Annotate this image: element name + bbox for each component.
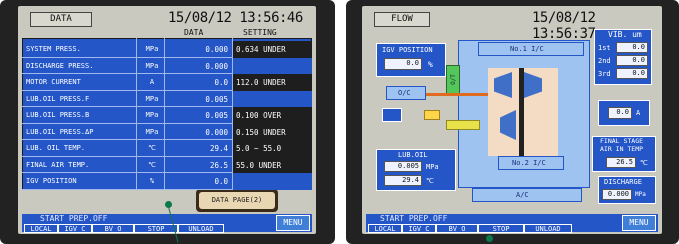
row-unit: MPa: [145, 127, 159, 136]
row-name: LUB. OIL TEMP.: [26, 144, 86, 152]
vib-label: VIB. um: [608, 30, 642, 39]
stage1-label: No.1 I/C: [510, 45, 544, 53]
status-text: START PREP.OFF: [380, 214, 448, 223]
function-key-stop[interactable]: STOP: [478, 224, 524, 233]
row-setting: 112.0 UNDER: [236, 78, 286, 87]
setting-cell: [232, 173, 312, 190]
main-shaft: [519, 68, 524, 166]
discharge-value: 0.000: [602, 189, 632, 200]
screen-title: DATA: [30, 12, 92, 27]
row-unit: ℃: [148, 160, 156, 169]
motor-icon: [382, 108, 402, 122]
row-name: LUB.OIL PRESS.F: [26, 94, 90, 103]
screen-title: FLOW: [374, 12, 430, 27]
column-divider: [136, 38, 137, 190]
row-value: 0.000: [205, 127, 228, 137]
row-setting: 0.100 OVER: [236, 111, 282, 120]
row-name: LUB.OIL PRESS.ΔP: [26, 127, 94, 136]
setting-cell: [232, 57, 312, 74]
row-unit: ℃: [148, 144, 156, 152]
row-unit: A: [149, 78, 155, 86]
motor-current-value: 0.0: [608, 107, 632, 119]
igv-value: 0.0: [384, 58, 422, 70]
igv-label: IGV POSITION: [382, 46, 433, 54]
lub-oil-temp-unit: ℃: [426, 177, 434, 185]
datetime: 15/08/12 13:56:46: [168, 10, 303, 26]
row-unit: MPa: [145, 94, 159, 103]
function-key-bv-o[interactable]: BV_O: [436, 224, 478, 233]
row-unit: %: [149, 177, 155, 185]
row-name: DISCHARGE PRESS.: [26, 61, 94, 70]
aftercooler-label: A/C: [516, 191, 529, 199]
vib-row-value: 0.0: [616, 68, 648, 79]
row-value: 26.5: [209, 160, 228, 170]
right-control-panel: FLOW 15/08/12 13:56:37 IGV POSITION 0.0 …: [346, 0, 679, 244]
row-unit: MPa: [145, 61, 159, 70]
menu-button[interactable]: MENU: [276, 215, 310, 231]
motor-current-unit: A: [636, 109, 641, 117]
oil-cooler-label: O/C: [398, 89, 411, 97]
right-screen: FLOW 15/08/12 13:56:37 IGV POSITION 0.0 …: [362, 6, 662, 234]
function-key-unload[interactable]: UNLOAD: [178, 224, 224, 233]
row-value: 0.0: [214, 78, 228, 87]
row-value: 0.000: [205, 45, 228, 54]
function-key-local[interactable]: LOCAL: [368, 224, 402, 233]
oil-pump: [424, 110, 440, 120]
left-screen: DATA 15/08/12 13:56:46 DATA SETTING DATA…: [18, 6, 316, 234]
final-stage-value: 26.5: [606, 157, 636, 168]
row-unit: MPa: [145, 111, 159, 119]
row-value: 29.4: [209, 144, 228, 153]
row-name: MOTOR CURRENT: [26, 78, 81, 86]
final-stage-label-2: AIR IN TEMP: [600, 145, 644, 153]
lub-oil-temp-value: 29.4: [384, 175, 422, 186]
vib-row-label: 3rd: [598, 70, 611, 78]
row-setting: 55.0 UNDER: [236, 160, 282, 170]
left-control-panel: DATA 15/08/12 13:56:46 DATA SETTING DATA…: [0, 0, 335, 244]
menu-button[interactable]: MENU: [622, 215, 656, 231]
row-name: IGV POSITION: [26, 177, 77, 185]
function-key-unload[interactable]: UNLOAD: [524, 224, 572, 233]
function-key-stop[interactable]: STOP: [134, 224, 178, 233]
column-divider: [232, 38, 233, 190]
setting-cell: [232, 90, 312, 107]
col-data-header: DATA: [184, 28, 204, 37]
row-value: 0.005: [205, 94, 228, 104]
vib-row-value: 0.0: [616, 55, 648, 66]
row-setting: 5.0 ~ 55.0: [236, 144, 282, 153]
oil-pipe: [426, 93, 488, 96]
row-unit: MPa: [145, 45, 159, 53]
lub-oil-press-value: 0.005: [384, 161, 422, 172]
function-key-local[interactable]: LOCAL: [24, 224, 58, 233]
column-divider: [164, 38, 165, 190]
pointer-dot: [486, 235, 493, 242]
row-name: LUB.OIL PRESS.B: [26, 111, 90, 119]
function-key-igv-c[interactable]: IGV_C: [58, 224, 92, 233]
lub-oil-label: LUB.OIL: [398, 151, 428, 159]
data-page-button[interactable]: DATA PAGE(2): [196, 189, 278, 212]
discharge-unit: MPa: [635, 191, 646, 198]
row-setting: 0.150 UNDER: [236, 127, 286, 137]
status-text: START PREP.OFF: [40, 214, 108, 223]
row-value: 0.005: [205, 111, 228, 120]
row-value: 0.0: [214, 177, 228, 186]
vib-row-value: 0.0: [616, 42, 648, 53]
igv-unit: %: [428, 60, 433, 69]
oil-tank-label: O/T: [449, 74, 457, 85]
stage2-label: No.2 I/C: [512, 159, 546, 167]
col-setting-header: SETTING: [243, 28, 277, 37]
vib-row-label: 2nd: [598, 57, 611, 65]
row-setting: 0.634 UNDER: [236, 45, 286, 54]
row-value: 0.000: [205, 61, 228, 71]
function-key-bv-o[interactable]: BV_O: [92, 224, 134, 233]
function-key-igv-c[interactable]: IGV_C: [402, 224, 436, 233]
oil-filter: [446, 120, 480, 130]
row-name: SYSTEM PRESS.: [26, 45, 81, 53]
lub-oil-press-unit: MPa: [426, 163, 439, 171]
data-page-label: DATA PAGE(2): [199, 192, 275, 209]
discharge-label: DISCHARGE: [604, 178, 642, 186]
vib-row-label: 1st: [598, 44, 611, 52]
final-stage-label-1: FINAL STAGE: [600, 137, 644, 145]
row-name: FINAL AIR TEMP.: [26, 160, 90, 169]
final-stage-unit: ℃: [640, 159, 648, 167]
